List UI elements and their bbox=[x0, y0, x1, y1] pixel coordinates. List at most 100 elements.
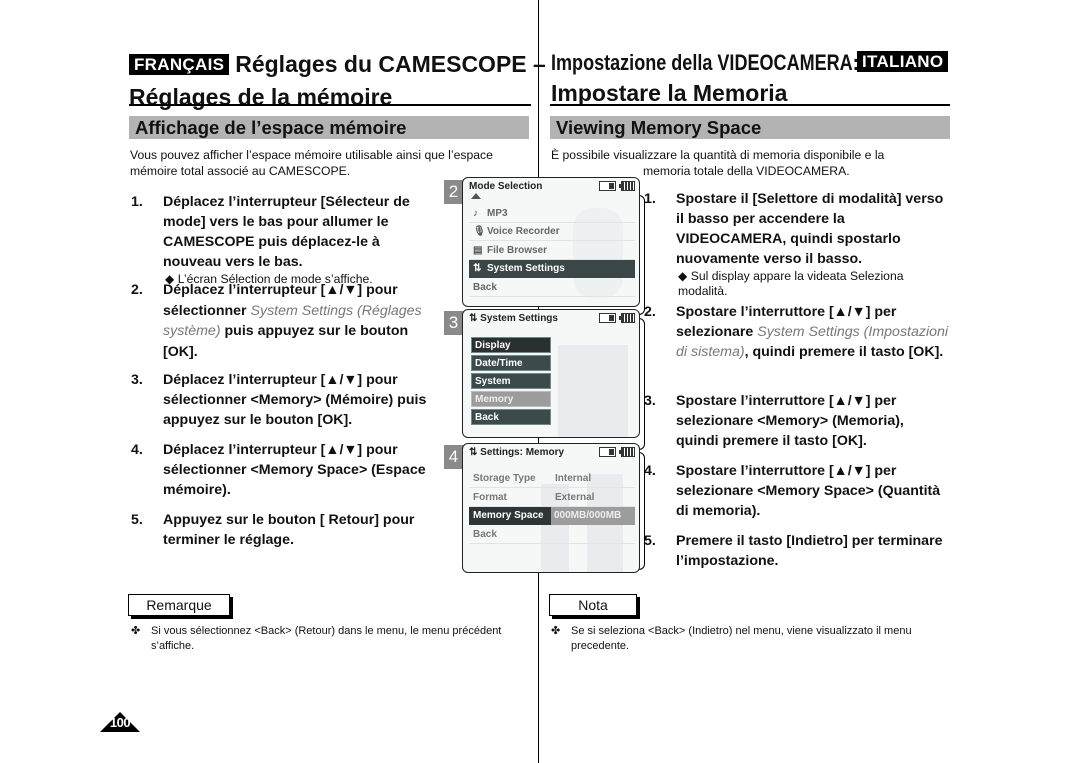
memory-card-icon bbox=[599, 447, 616, 457]
fr-header-rule bbox=[129, 104, 531, 106]
scroll-up-arrow-icon bbox=[471, 193, 481, 199]
menu-item-mp3[interactable]: ♪ MP3 bbox=[469, 205, 635, 223]
screen-title: Mode Selection bbox=[469, 181, 543, 192]
it-step-3: 3. Spostare l’interruttore [▲/▼] per sel… bbox=[644, 391, 949, 451]
microphone-icon: 🎙 bbox=[473, 226, 486, 237]
fr-title-line2: Réglages de la mémoire bbox=[129, 84, 393, 110]
menu-item-date-time[interactable]: Date/Time bbox=[471, 355, 551, 371]
it-step-1: 1. Spostare il [Selettore di modalità] v… bbox=[644, 189, 949, 299]
fr-step-2: 2. Déplacez l’interrupteur [▲/▼] pour sé… bbox=[131, 280, 431, 362]
it-note-text: Se si seleziona <Back> (Indietro) nel me… bbox=[571, 625, 912, 652]
fr-header: FRANÇAIS Réglages du CAMESCOPE – Réglage… bbox=[129, 49, 546, 112]
step-text-end: , quindi premere il tasto [OK]. bbox=[744, 344, 944, 360]
step-text: Déplacez l’interrupteur [Sélecteur de mo… bbox=[163, 194, 410, 270]
page-number: 100 bbox=[109, 715, 131, 730]
step-number: 2. bbox=[644, 304, 656, 320]
it-note: ✤ Se si seleziona <Back> (Indietro) nel … bbox=[551, 624, 946, 654]
memory-card-icon bbox=[599, 181, 616, 191]
bullet-icon: ✤ bbox=[131, 625, 141, 637]
screen-system-settings: ⇅ System Settings Display Date/Time Syst… bbox=[462, 309, 640, 438]
it-note-label: Nota bbox=[549, 594, 637, 616]
status-icons bbox=[599, 181, 635, 191]
fr-title-line1: Réglages du CAMESCOPE – bbox=[235, 51, 546, 77]
setting-key: Storage Type bbox=[473, 473, 536, 484]
step-text: Spostare l’interruttore [▲/▼] per selezi… bbox=[676, 393, 904, 449]
menu-item-memory[interactable]: Memory bbox=[471, 391, 551, 407]
music-note-icon: ♪ bbox=[473, 208, 478, 219]
screen-title-text: System Settings bbox=[480, 313, 558, 324]
step-number: 1. bbox=[644, 191, 656, 207]
bullet-icon: ✤ bbox=[551, 625, 561, 637]
setting-row-format[interactable]: Format External bbox=[469, 489, 635, 507]
fr-note-text: Si vous sélectionnez <Back> (Retour) dan… bbox=[151, 625, 502, 652]
fr-language-badge: FRANÇAIS bbox=[129, 53, 230, 75]
file-icon: ▤ bbox=[473, 245, 483, 256]
screen-3-number: 3 bbox=[444, 311, 463, 335]
step-text: Spostare il [Selettore di modalità] vers… bbox=[676, 191, 944, 267]
it-title-line1: Impostazione della VIDEOCAMERA: bbox=[551, 50, 859, 75]
screen-title: ⇅ Settings: Memory bbox=[469, 447, 565, 458]
menu-item-label: Back bbox=[473, 282, 497, 293]
setting-value: External bbox=[555, 492, 595, 503]
screen-2-number: 2 bbox=[444, 180, 463, 204]
status-icons bbox=[599, 447, 635, 457]
step-subnote: ◆ Sul display appare la videata Selezion… bbox=[678, 269, 904, 298]
fr-note: ✤ Si vous sélectionnez <Back> (Retour) d… bbox=[131, 624, 526, 654]
setting-row-back[interactable]: Back bbox=[469, 526, 635, 544]
watermark bbox=[558, 345, 628, 437]
menu-item-label: Voice Recorder bbox=[487, 226, 560, 237]
fr-note-label: Remarque bbox=[128, 594, 230, 616]
step-number: 5. bbox=[131, 512, 143, 528]
step-text: Spostare l’interruttore [▲/▼] per selezi… bbox=[676, 463, 941, 519]
menu-item-label: System Settings bbox=[487, 263, 565, 274]
it-intro: È possibile visualizzare la quantità di … bbox=[551, 147, 951, 179]
menu-item-system[interactable]: System bbox=[471, 373, 551, 389]
step-number: 1. bbox=[131, 194, 143, 210]
menu-item-back[interactable]: Back bbox=[471, 409, 551, 425]
fr-step-1: 1. Déplacez l’interrupteur [Sélecteur de… bbox=[131, 192, 431, 287]
setting-value: 000MB/000MB bbox=[551, 507, 635, 525]
menu-item-label: MP3 bbox=[487, 208, 508, 219]
status-icons bbox=[599, 313, 635, 323]
it-section-title: Viewing Memory Space bbox=[550, 116, 950, 139]
it-header-rule bbox=[550, 104, 950, 106]
menu-item-label: File Browser bbox=[487, 245, 548, 256]
battery-icon bbox=[619, 447, 635, 457]
step-number: 3. bbox=[644, 393, 656, 409]
step-text: Premere il tasto [Indietro] per terminar… bbox=[676, 533, 943, 569]
fr-intro: Vous pouvez afficher l’espace mémoire ut… bbox=[130, 148, 493, 178]
setting-row-memory-space[interactable]: Memory Space 000MB/000MB bbox=[469, 507, 635, 525]
setting-value: Internal bbox=[555, 473, 592, 484]
setting-key: Format bbox=[473, 492, 507, 503]
it-language-badge: ITALIANO bbox=[857, 51, 949, 72]
setting-key: Back bbox=[473, 529, 497, 540]
step-text: Appuyez sur le bouton [ Retour] pour ter… bbox=[163, 512, 415, 548]
screen-mode-selection: Mode Selection ♪ MP3 🎙Voice Recorder ▤ Fil… bbox=[462, 177, 640, 307]
menu-item-voice-recorder[interactable]: 🎙Voice Recorder bbox=[469, 223, 635, 241]
step-number: 2. bbox=[131, 282, 143, 298]
setting-row-storage-type[interactable]: Storage Type Internal bbox=[469, 470, 635, 488]
screen-title-text: Settings: Memory bbox=[480, 447, 565, 458]
it-step-4: 4. Spostare l’interruttore [▲/▼] per sel… bbox=[644, 461, 949, 521]
menu-item-display[interactable]: Display bbox=[471, 337, 551, 353]
step-number: 4. bbox=[644, 463, 656, 479]
fr-step-3: 3. Déplacez l’interrupteur [▲/▼] pour sé… bbox=[131, 370, 431, 430]
fr-section-title: Affichage de l’espace mémoire bbox=[129, 116, 529, 139]
fr-step-4: 4. Déplacez l’interrupteur [▲/▼] pour sé… bbox=[131, 440, 431, 500]
step-text: Déplacez l’interrupteur [▲/▼] pour sélec… bbox=[163, 442, 426, 498]
screen-title: ⇅ System Settings bbox=[469, 313, 558, 324]
menu-item-system-settings[interactable]: ⇅ System Settings bbox=[469, 260, 635, 278]
it-step-5: 5. Premere il tasto [Indietro] per termi… bbox=[644, 531, 949, 571]
memory-card-icon bbox=[599, 313, 616, 323]
setting-key: Memory Space bbox=[473, 510, 544, 521]
battery-icon bbox=[619, 181, 635, 191]
screen-4-number: 4 bbox=[444, 445, 463, 469]
menu-item-file-browser[interactable]: ▤ File Browser bbox=[469, 242, 635, 260]
it-intro-line1: È possibile visualizzare la quantità di … bbox=[551, 148, 885, 162]
step-number: 5. bbox=[644, 533, 656, 549]
screen-settings-memory: ⇅ Settings: Memory Storage Type Internal … bbox=[462, 443, 640, 573]
settings-icon: ⇅ bbox=[473, 263, 482, 274]
step-number: 3. bbox=[131, 372, 143, 388]
menu-item-back[interactable]: Back bbox=[469, 279, 635, 297]
step-number: 4. bbox=[131, 442, 143, 458]
